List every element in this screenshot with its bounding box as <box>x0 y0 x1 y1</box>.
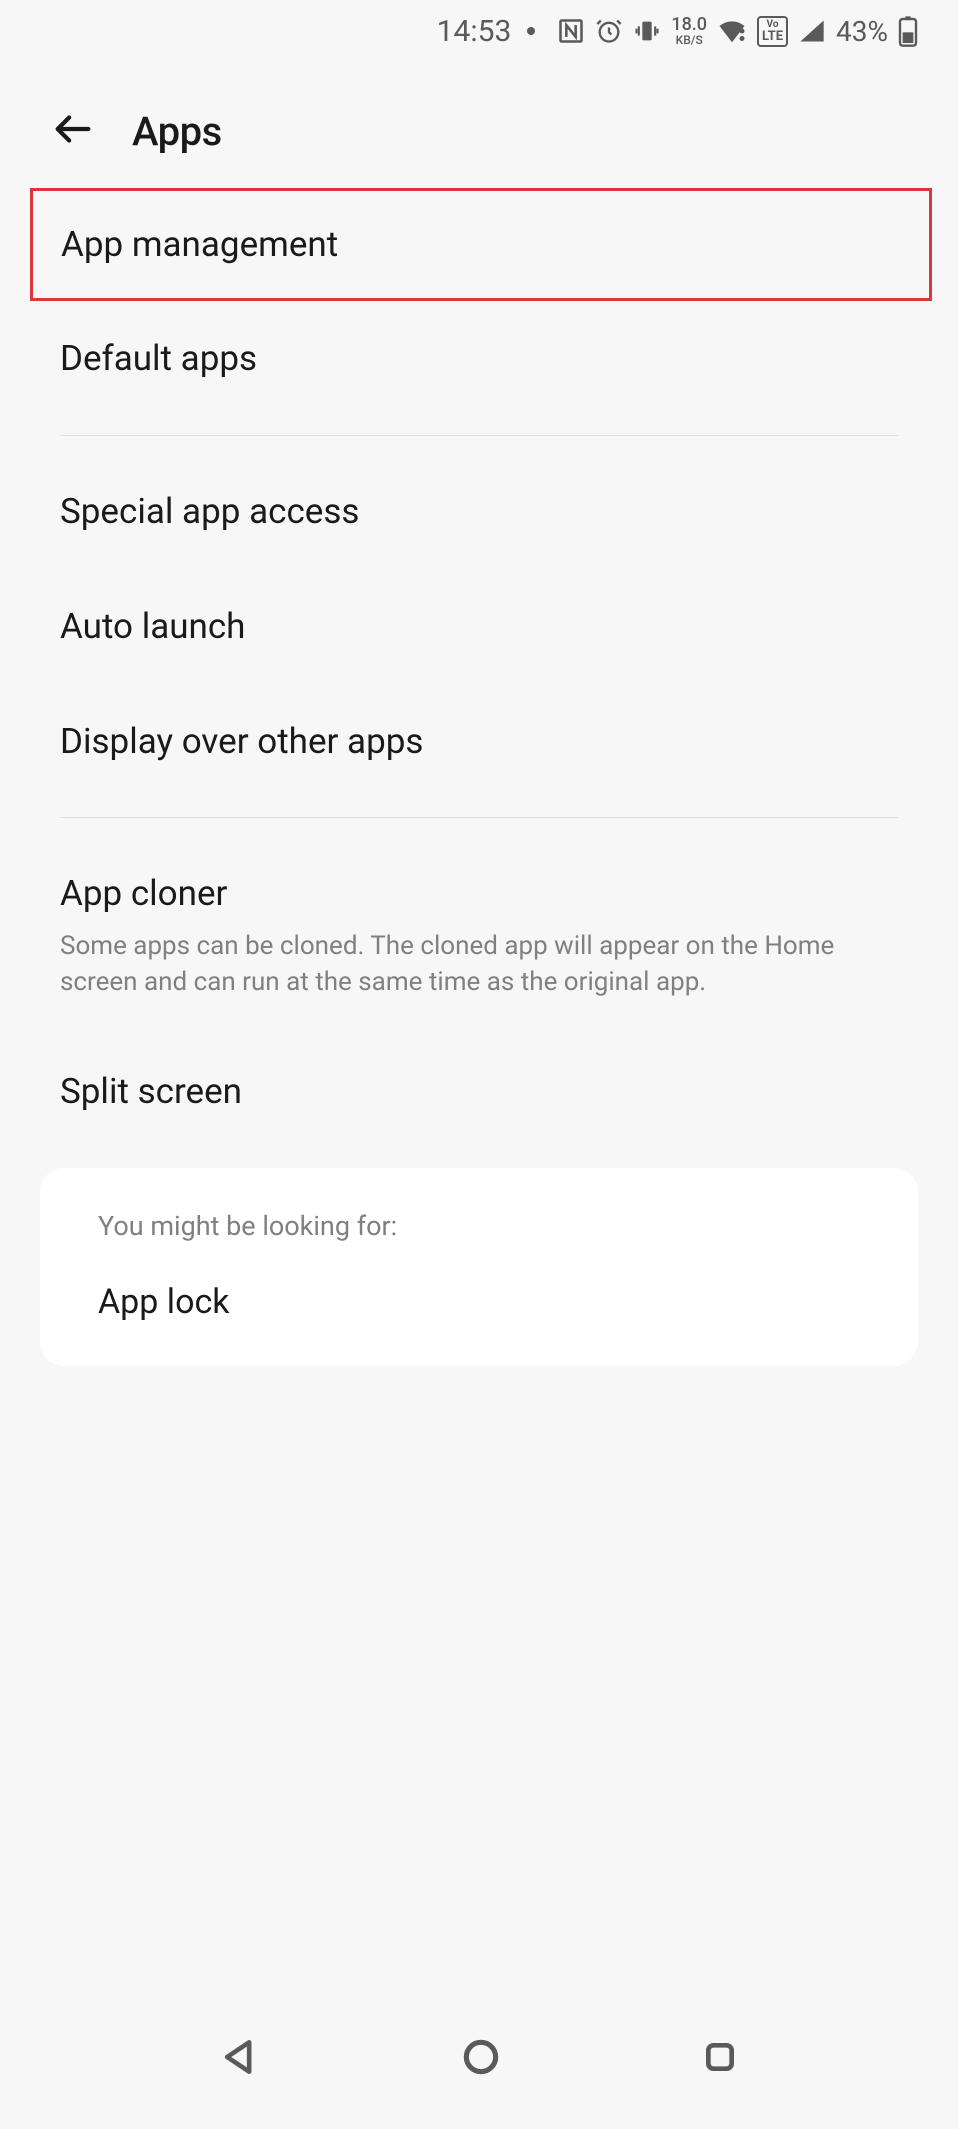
divider <box>60 817 898 818</box>
list-item-label: Display over other apps <box>60 718 898 765</box>
alarm-icon <box>595 17 623 45</box>
list-item-label: Special app access <box>60 488 898 535</box>
nav-recent-icon[interactable] <box>700 2037 740 2081</box>
settings-list: App management Default apps Special app … <box>0 188 958 1366</box>
wifi-icon <box>717 18 747 44</box>
suggestion-item-app-lock[interactable]: App lock <box>98 1282 860 1322</box>
data-speed-indicator: 18.0 KB/S <box>671 16 707 46</box>
page-title: Apps <box>132 108 222 155</box>
status-dot <box>527 27 535 35</box>
signal-icon <box>798 18 826 44</box>
suggestion-card: You might be looking for: App lock <box>40 1168 918 1366</box>
battery-percent: 43% <box>836 15 888 48</box>
suggestion-header: You might be looking for: <box>98 1210 860 1242</box>
vibrate-icon <box>633 17 661 45</box>
battery-icon <box>898 15 918 47</box>
list-item-subtitle: Some apps can be cloned. The cloned app … <box>60 928 898 1001</box>
list-item-app-cloner[interactable]: App cloner Some apps can be cloned. The … <box>0 836 958 1034</box>
nfc-icon <box>557 17 585 45</box>
status-time: 14:53 <box>437 14 512 49</box>
list-item-display-over-other-apps[interactable]: Display over other apps <box>0 684 958 799</box>
list-item-default-apps[interactable]: Default apps <box>0 301 958 416</box>
header: Apps <box>0 62 958 188</box>
list-item-auto-launch[interactable]: Auto launch <box>0 569 958 684</box>
list-item-label: App management <box>61 221 901 268</box>
list-item-special-app-access[interactable]: Special app access <box>0 454 958 569</box>
nav-back-icon[interactable] <box>218 2035 262 2083</box>
list-item-label: Default apps <box>60 335 898 382</box>
list-item-split-screen[interactable]: Split screen <box>0 1034 958 1149</box>
list-item-label: App cloner <box>60 870 898 917</box>
list-item-label: Split screen <box>60 1068 898 1115</box>
list-item-app-management[interactable]: App management <box>30 188 932 301</box>
navigation-bar <box>0 2009 958 2129</box>
back-arrow-icon[interactable] <box>50 106 96 156</box>
nav-home-icon[interactable] <box>459 2035 503 2083</box>
volte-icon: Vo LTE <box>757 16 788 47</box>
divider <box>60 435 898 436</box>
status-bar: 14:53 18.0 KB/S <box>0 0 958 62</box>
list-item-label: Auto launch <box>60 603 898 650</box>
